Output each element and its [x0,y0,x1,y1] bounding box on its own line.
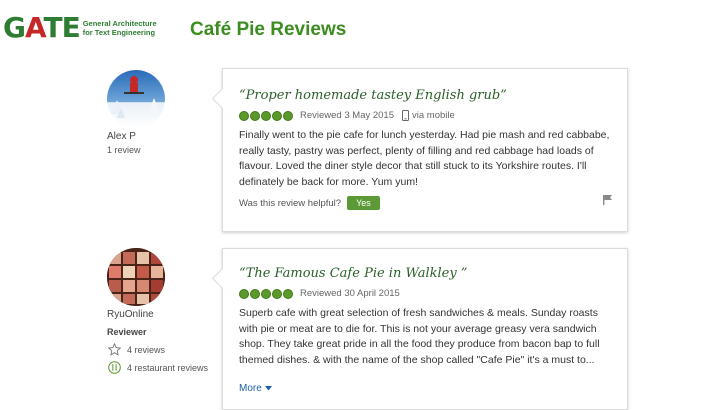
review-card: “The Famous Cafe Pie in Walkley ” Review… [211,248,628,410]
reviewer-name[interactable]: RyuOnline [107,309,154,320]
fork-knife-icon [108,361,121,374]
restaurant-reviews-count: 4 restaurant reviews [127,362,209,373]
review-card: “Proper homemade tastey English grub” Re… [211,68,628,232]
helpful-question: Was this review helpful? [239,197,342,209]
rating-bubble-icon [283,288,293,299]
rating-row: Reviewed 3 May 2015 via mobile [239,110,455,121]
rating-bubble-icon [261,288,271,299]
review-title[interactable]: “The Famous Cafe Pie in Walkley ” [239,266,467,281]
restaurant-reviews-badge: 4 restaurant reviews [108,361,208,374]
rating-row: Reviewed 30 April 2015 [239,288,400,299]
rating-bubble-icon [239,110,249,121]
via-mobile: via mobile [402,110,455,121]
reviewer-level-badge: Reviewer [107,327,147,337]
review-body: Superb cafe with great selection of fres… [239,307,600,366]
avatar-alex-p[interactable] [107,70,165,128]
helpful-yes-button[interactable]: Yes [347,196,380,210]
rating-bubble-icon [272,288,282,299]
more-label: More [239,383,262,394]
reviewed-date: Reviewed 30 April 2015 [300,288,400,299]
card-pointer [211,267,234,290]
reviews-count: 4 reviews [127,344,166,355]
avatar-collage-image [107,248,165,306]
review-body: Finally went to the pie cafe for lunch y… [239,129,610,188]
avatar-ryuonline[interactable] [107,248,165,306]
reviewer-name[interactable]: Alex P [107,131,136,142]
more-link[interactable]: More [239,383,272,394]
via-mobile-label: via mobile [412,110,455,121]
star-icon [108,343,121,356]
logo-tagline: General Architecture for Text Engineerin… [83,19,157,37]
reviews-count-badge: 4 reviews [108,343,165,356]
card-pointer [211,87,234,110]
rating-bubble-icon [261,110,271,121]
rating-bubble-icon [239,288,249,299]
rating-bubble-icon [283,110,293,121]
rating-bubble-icon [250,288,260,299]
logo-tagline-line2: for Text Engineering [82,28,156,37]
reviewed-date: Reviewed 3 May 2015 [300,110,394,121]
reviewer-review-count: 1 review [107,145,141,155]
gate-logo: GATE General Architecture for Text Engin… [3,14,157,42]
page-title: Café Pie Reviews [190,19,347,40]
logo-wordmark: GATE [3,11,81,44]
helpful-row: Was this review helpful? Yes [239,196,380,210]
logo-tagline-line1: General Architecture [82,19,157,28]
avatar-snowboarder-image [111,76,161,118]
review-title[interactable]: “Proper homemade tastey English grub” [239,88,507,103]
rating-bubble-icon [250,110,260,121]
chevron-down-icon [264,386,272,391]
rating-bubble-icon [272,110,282,121]
report-flag-icon[interactable] [602,194,613,205]
mobile-phone-icon [402,110,409,121]
